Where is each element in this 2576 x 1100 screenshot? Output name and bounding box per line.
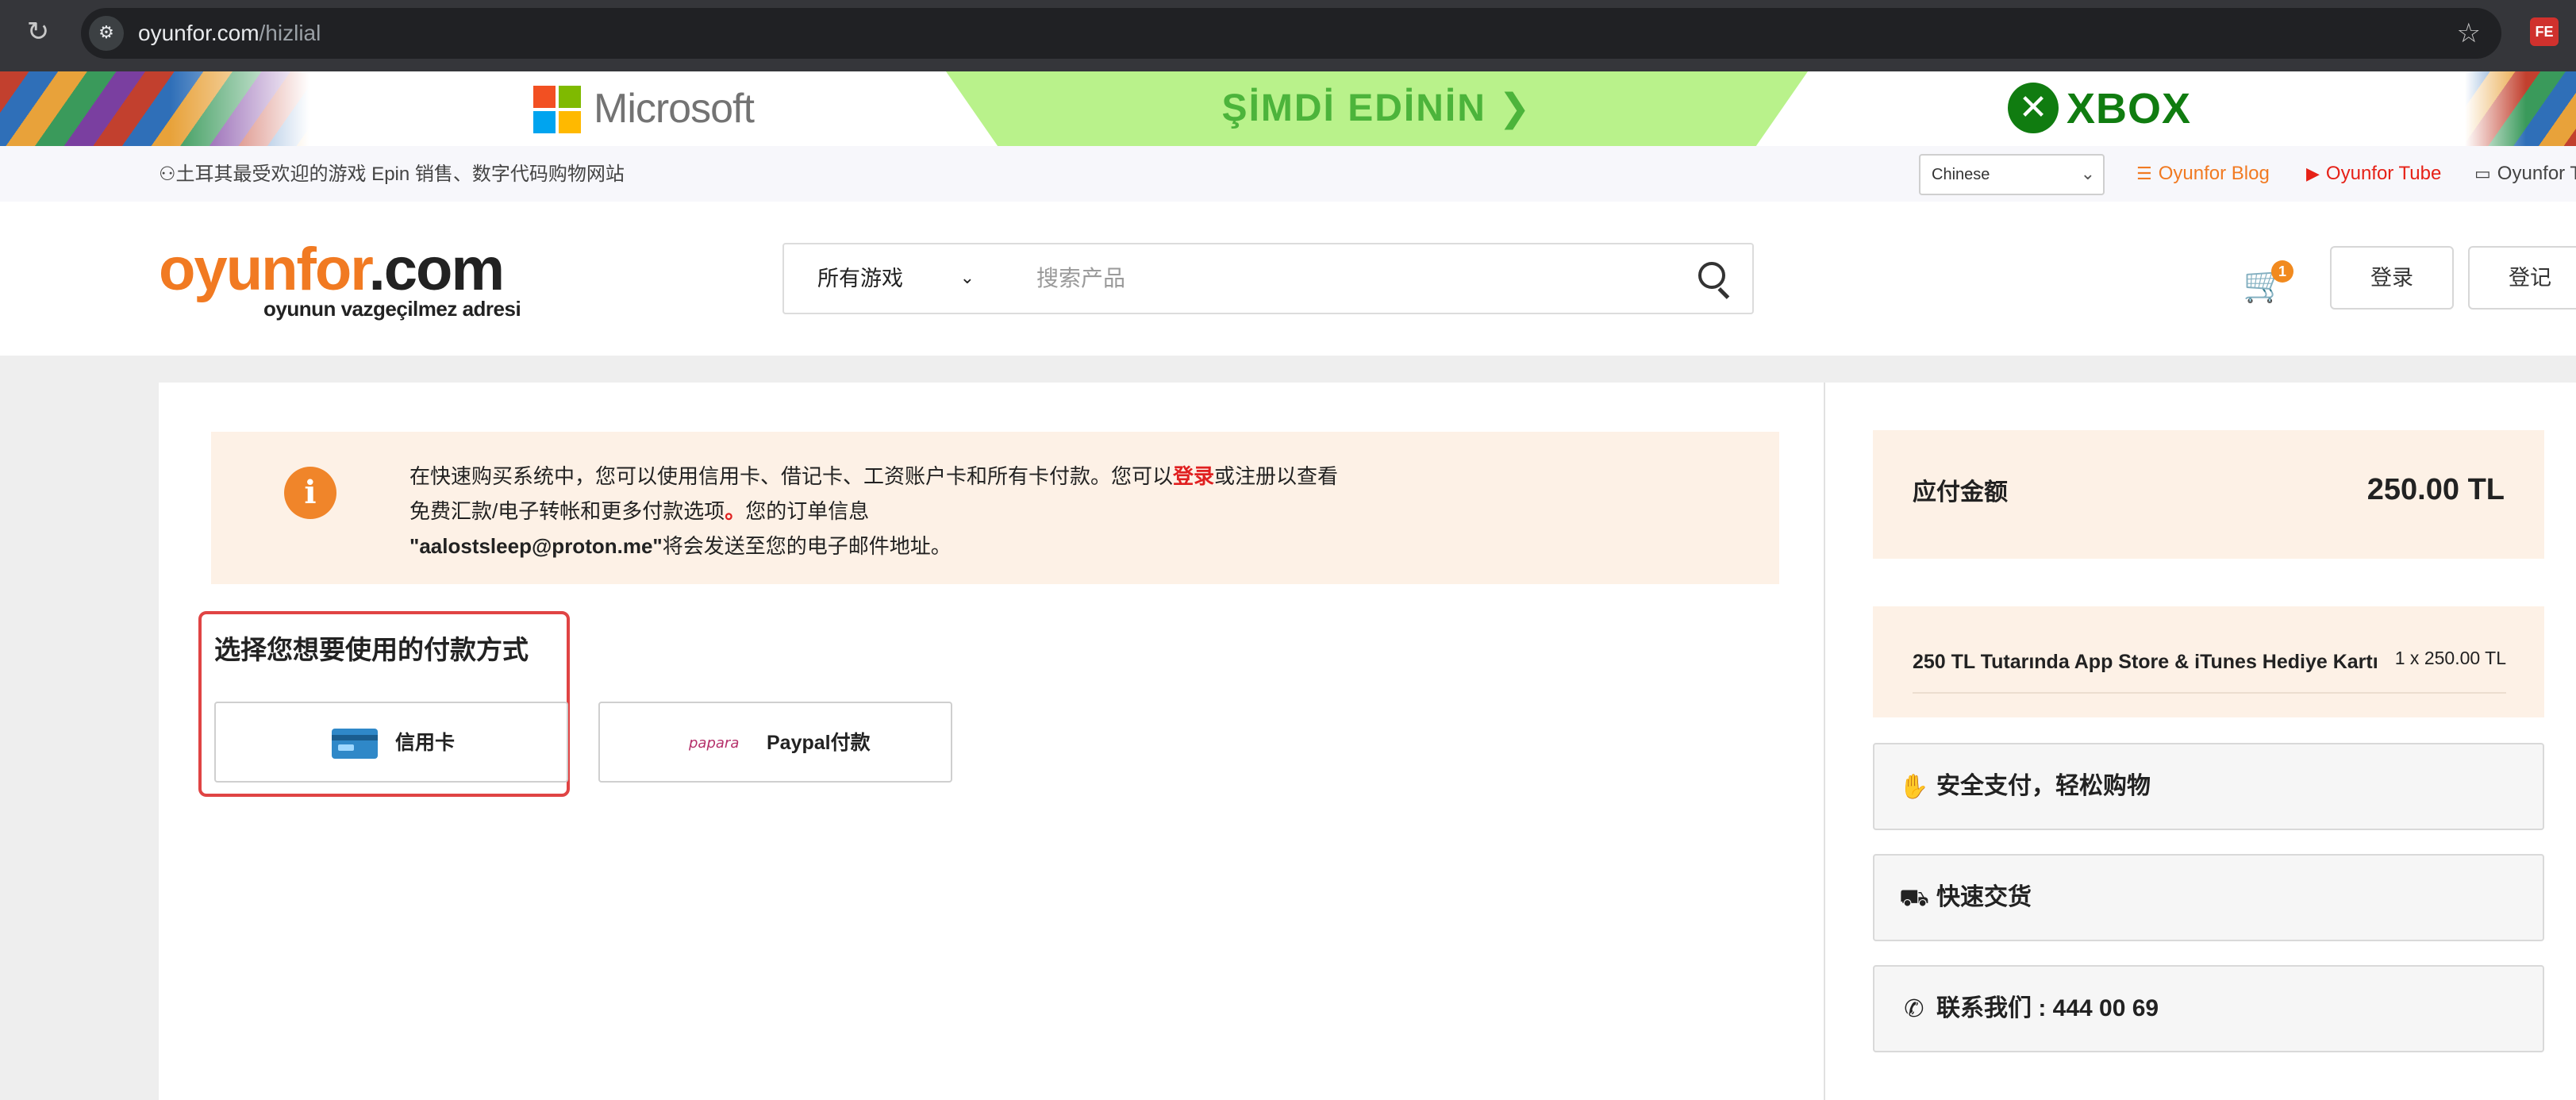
fast-delivery-label: 快速交货: [1936, 884, 2032, 910]
search-input[interactable]: [1003, 243, 1754, 314]
papara-logo: papara: [689, 735, 740, 752]
secure-payment-label: 安全支付，轻松购物: [1936, 773, 2151, 799]
notice-line-2-dot: 。: [725, 499, 746, 523]
notice-line-3-b: 将会发送至您的电子邮件地址。: [662, 534, 952, 558]
order-item: 250 TL Tutarında App Store & iTunes Hedi…: [1873, 606, 2544, 717]
credit-card-option[interactable]: 信用卡: [214, 702, 568, 783]
truck-icon: ⛟: [1899, 884, 1929, 912]
logo-wordmark-orange: oyunfor: [159, 236, 371, 303]
login-link[interactable]: 登录: [1173, 464, 1214, 488]
promo-cta-label: ŞİMDİ EDİNİN ❯: [1221, 87, 1532, 129]
promo-cta[interactable]: ŞİMDİ EDİNİN ❯: [946, 71, 1808, 146]
language-value: Chinese: [1932, 166, 1990, 183]
url-host: oyunfor.com: [138, 21, 260, 45]
url-text[interactable]: oyunfor.com/hizlial: [138, 20, 321, 47]
notice-line-2-a: 免费汇款/电子转帐和更多付款选项: [409, 499, 725, 523]
category-value: 所有游戏: [817, 267, 903, 290]
twitch-link-label: Oyunfor T: [2497, 163, 2576, 184]
order-item-name: 250 TL Tutarında App Store & iTunes Hedi…: [1913, 651, 2378, 673]
logo-wordmark: oyunfor.com: [159, 236, 505, 303]
tube-link-label: Oyunfor Tube: [2325, 163, 2442, 184]
category-select[interactable]: 所有游戏 ⌄: [782, 243, 1005, 314]
fast-delivery-feature: ⛟ 快速交货: [1873, 854, 2544, 941]
contact-feature[interactable]: ✆ 联系我们 : 444 00 69: [1873, 965, 2544, 1052]
logo-wordmark-dark: .com: [368, 236, 505, 303]
xbox-wordmark: XBOX: [2067, 85, 2192, 133]
blog-link-label: Oyunfor Blog: [2158, 163, 2270, 184]
notice-line-2-b: 您的订单信息: [745, 499, 870, 523]
info-icon: i: [284, 467, 336, 519]
payment-method-title: 选择您想要使用的付款方式: [214, 635, 529, 664]
order-item-divider: [1913, 692, 2506, 694]
amount-due-value: 250.00 TL: [2366, 473, 2505, 506]
url-path: /hizlial: [259, 21, 321, 45]
notice-line-1: 在快速购买系统中，您可以使用信用卡、借记卡、工资账户卡和所有卡付款。您可以登录或…: [409, 459, 1338, 494]
register-button[interactable]: 登记: [2468, 246, 2576, 310]
xbox-logo-icon: ✕: [2008, 83, 2059, 133]
notice-line-1-b: 或注册以查看: [1214, 464, 1339, 488]
chevron-down-icon: ⌄: [959, 268, 975, 288]
reload-icon[interactable]: ↻: [22, 16, 54, 48]
rss-icon: ☰: [2136, 164, 2152, 184]
site-info-icon[interactable]: ⚙: [89, 16, 124, 51]
site-logo[interactable]: oyunfor.com oyunun vazgeçilmez adresi: [159, 236, 521, 321]
game-tiles-left: [0, 71, 310, 146]
info-notice: i 在快速购买系统中，您可以使用信用卡、借记卡、工资账户卡和所有卡付款。您可以登…: [211, 432, 1779, 584]
cart-button[interactable]: 🛒 1: [2240, 260, 2293, 308]
amount-due-label: 应付金额: [1913, 479, 2008, 506]
notice-line-3: "aalostsleep@proton.me"将会发送至您的电子邮件地址。: [409, 529, 1338, 563]
chevron-down-icon: ⌄: [2080, 164, 2095, 184]
promo-banner[interactable]: Microsoft ŞİMDİ EDİNİN ❯ ✕ XBOX: [0, 71, 2576, 146]
user-tag-icon: ⚇: [159, 163, 176, 185]
secure-payment-feature: ✋ 安全支付，轻松购物: [1873, 743, 2544, 830]
login-button[interactable]: 登录: [2330, 246, 2454, 310]
search-icon[interactable]: [1698, 262, 1733, 299]
credit-card-icon: [332, 729, 378, 759]
microsoft-wordmark: Microsoft: [594, 86, 755, 132]
microsoft-logo-icon: [533, 86, 581, 133]
twitch-icon: ▭: [2474, 164, 2491, 184]
hand-coin-icon: ✋: [1899, 773, 1929, 801]
notice-line-1-a: 在快速购买系统中，您可以使用信用卡、借记卡、工资账户卡和所有卡付款。您可以: [409, 464, 1174, 488]
order-item-qty: 1 x 250.00 TL: [2394, 648, 2506, 668]
contact-label: 联系我们 : 444 00 69: [1936, 995, 2159, 1021]
site-header: oyunfor.com oyunun vazgeçilmez adresi 所有…: [0, 202, 2576, 356]
twitch-link[interactable]: ▭ Oyunfor T: [2474, 160, 2576, 188]
paypal-option[interactable]: papara Paypal付款: [598, 702, 952, 783]
cart-count-badge: 1: [2271, 260, 2293, 283]
site-tagline-text: 土耳其最受欢迎的游戏 Epin 销售、数字代码购物网站: [175, 163, 625, 185]
extension-icon[interactable]: FE: [2530, 17, 2559, 46]
browser-toolbar: ↻ ⚙ oyunfor.com/hizlial ☆ FE: [0, 0, 2576, 71]
notice-line-2: 免费汇款/电子转帐和更多付款选项。您的订单信息: [409, 494, 1338, 529]
site-tagline: ⚇土耳其最受欢迎的游戏 Epin 销售、数字代码购物网站: [159, 160, 625, 188]
paypal-label: Paypal付款: [767, 732, 871, 754]
utility-bar: ⚇土耳其最受欢迎的游戏 Epin 销售、数字代码购物网站 Chinese ⌄ ☰ O…: [0, 146, 2576, 202]
tube-link[interactable]: ▶ Oyunfor Tube: [2306, 160, 2441, 188]
language-select[interactable]: Chinese ⌄: [1919, 154, 2105, 195]
credit-card-label: 信用卡: [395, 732, 456, 754]
notice-email: "aalostsleep@proton.me": [409, 534, 663, 558]
amount-due-box: 应付金额 250.00 TL: [1873, 430, 2544, 559]
address-bar[interactable]: ⚙ oyunfor.com/hizlial ☆: [81, 8, 2501, 59]
logo-slogan: oyunun vazgeçilmez adresi: [263, 297, 521, 321]
phone-icon: ✆: [1904, 995, 1924, 1023]
notice-text: 在快速购买系统中，您可以使用信用卡、借记卡、工资账户卡和所有卡付款。您可以登录或…: [409, 459, 1338, 563]
bookmark-star-icon[interactable]: ☆: [2457, 17, 2481, 49]
game-tiles-right: [2465, 71, 2576, 146]
youtube-icon: ▶: [2306, 164, 2320, 184]
blog-link[interactable]: ☰ Oyunfor Blog: [2136, 160, 2270, 188]
